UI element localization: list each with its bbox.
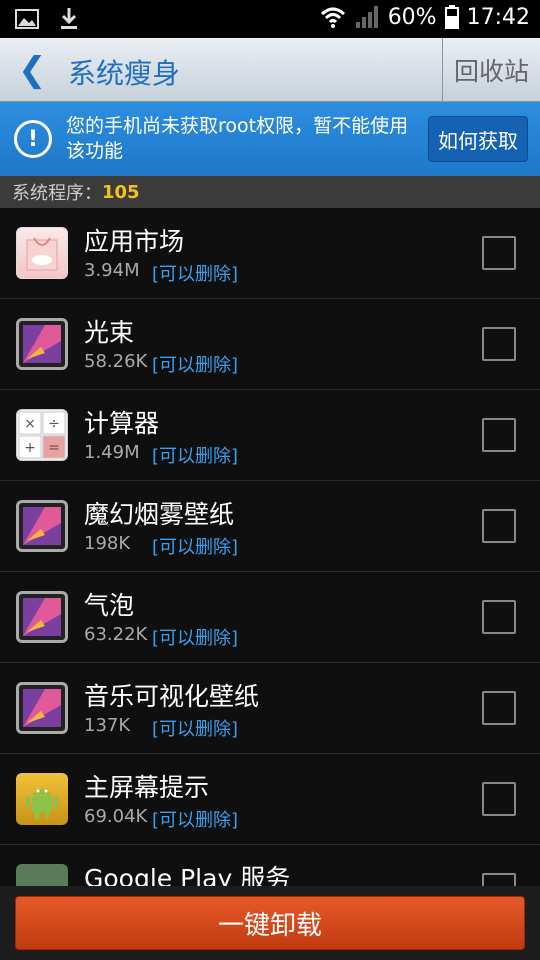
svg-text:+: + [24, 440, 36, 456]
one-key-uninstall-button[interactable]: 一键卸载 [15, 896, 525, 950]
app-size: 1.49M [84, 442, 140, 463]
count-value: 105 [102, 181, 140, 203]
clock: 17:42 [466, 4, 530, 30]
android-icon [16, 773, 68, 825]
list-item[interactable]: 气泡 63.22K [可以删除] [0, 572, 540, 663]
download-icon [61, 8, 77, 29]
app-removable-tag: [可以删除] [152, 719, 239, 740]
list-item[interactable]: 光束 58.26K [可以删除] [0, 299, 540, 390]
battery-percent: 60% [387, 4, 437, 30]
list-item[interactable]: 应用市场 3.94M [可以删除] [0, 208, 540, 299]
gallery-icon [16, 500, 68, 552]
battery-icon [444, 5, 459, 29]
select-checkbox[interactable] [482, 691, 516, 725]
app-removable-tag: [可以删除] [152, 537, 239, 558]
select-checkbox[interactable] [482, 418, 516, 452]
page-title: 系统瘦身 [68, 57, 181, 90]
app-size: 58.26K [84, 351, 148, 372]
gallery-icon [16, 591, 68, 643]
gallery-icon [16, 318, 68, 370]
calculator-icon: × ÷ + = [16, 409, 68, 461]
app-size: 3.94M [84, 260, 140, 281]
app-name: 气泡 [84, 591, 135, 620]
app-name: 主屏幕提示 [84, 773, 210, 802]
app-name: 应用市场 [84, 227, 185, 256]
app-name: 计算器 [84, 409, 160, 438]
app-name: 魔幻烟雾壁纸 [84, 500, 235, 529]
how-to-get-root-button[interactable]: 如何获取 [428, 116, 528, 162]
root-notice-banner: ! 您的手机尚未获取root权限，暂不能使用该功能 如何获取 [0, 102, 540, 176]
app-size: 69.04K [84, 806, 148, 827]
app-removable-tag: [可以删除] [152, 628, 239, 649]
app-removable-tag: [可以删除] [152, 810, 239, 831]
svg-text:÷: ÷ [48, 416, 60, 432]
status-bar: 60% 17:42 [0, 0, 540, 38]
app-removable-tag: [可以删除] [152, 446, 239, 467]
list-item[interactable]: × ÷ + = 计算器 1.49M [可以删除] [0, 390, 540, 481]
select-checkbox[interactable] [482, 236, 516, 270]
image-notification-icon [15, 9, 39, 29]
app-removable-tag: [可以删除] [152, 355, 239, 376]
svg-text:×: × [24, 416, 36, 432]
select-checkbox[interactable] [482, 600, 516, 634]
notice-text: 您的手机尚未获取root权限，暂不能使用该功能 [66, 115, 409, 162]
select-checkbox[interactable] [482, 782, 516, 816]
app-name: Google Play 服务 [84, 864, 291, 886]
list-item[interactable]: 魔幻烟雾壁纸 198K [可以删除] [0, 481, 540, 572]
select-checkbox[interactable] [482, 509, 516, 543]
app-size: 198K [84, 533, 131, 554]
svg-text:=: = [48, 440, 60, 456]
app-removable-tag: [可以删除] [152, 264, 239, 285]
recycle-bin-button[interactable]: 回收站 [442, 38, 540, 102]
app-name: 音乐可视化壁纸 [84, 682, 260, 711]
system-app-count: 系统程序： 105 [0, 176, 540, 208]
signal-icon [355, 6, 378, 28]
gallery-icon [16, 682, 68, 734]
select-checkbox[interactable] [482, 873, 516, 886]
info-icon: ! [14, 120, 52, 158]
back-button[interactable]: ❮ [18, 50, 47, 90]
app-size: 137K [84, 715, 131, 736]
count-label: 系统程序： [12, 183, 102, 204]
list-item[interactable]: 主屏幕提示 69.04K [可以删除] [0, 754, 540, 845]
list-item[interactable]: Google Play 服务 [0, 845, 540, 886]
app-name: 光束 [84, 318, 135, 347]
puzzle-icon [16, 864, 68, 886]
header: ❮ 系统瘦身 回收站 [0, 38, 540, 102]
list-item[interactable]: 音乐可视化壁纸 137K [可以删除] [0, 663, 540, 754]
wifi-icon [320, 7, 345, 28]
bottom-bar: 一键卸载 [0, 886, 540, 960]
market-icon [16, 227, 68, 279]
select-checkbox[interactable] [482, 327, 516, 361]
app-size: 63.22K [84, 624, 148, 645]
app-list[interactable]: 应用市场 3.94M [可以删除] 光束 58.26K [可以删除] × ÷ +… [0, 208, 540, 886]
